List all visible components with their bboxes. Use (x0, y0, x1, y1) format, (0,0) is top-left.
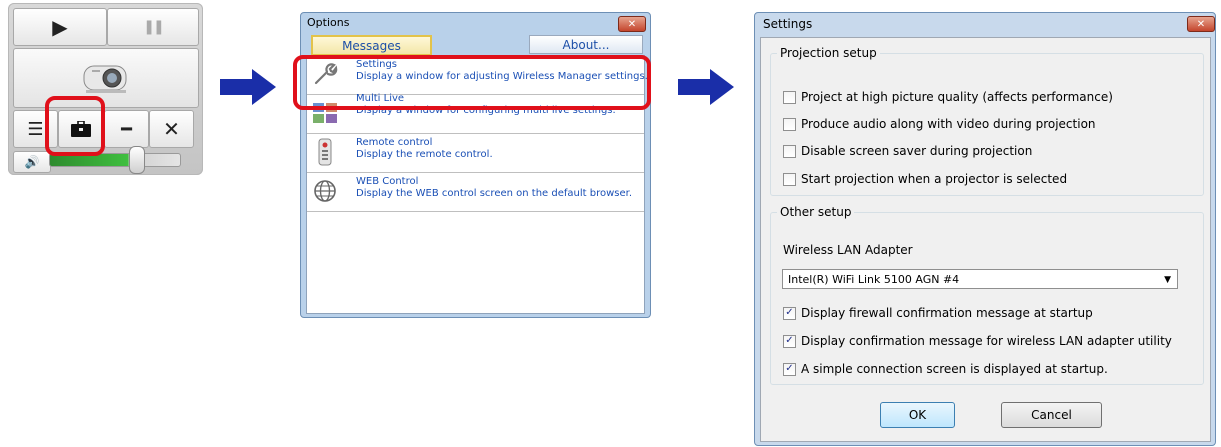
minimize-icon: ━ (121, 118, 132, 140)
close-button[interactable]: ✕ (149, 110, 194, 148)
close-icon: ✕ (627, 18, 637, 30)
dialog-close-button[interactable]: ✕ (1187, 16, 1215, 32)
chevron-down-icon: ▼ (1164, 275, 1171, 285)
options-item-title: WEB Control (356, 176, 419, 187)
tab-messages[interactable]: Messages (311, 35, 432, 56)
options-item-title: Remote control (356, 137, 433, 148)
right-arrow-icon (220, 69, 276, 105)
adapter-select[interactable]: Intel(R) WiFi Link 5100 AGN #4 ▼ (782, 269, 1178, 289)
options-item-desc: Display the WEB control screen on the de… (356, 188, 632, 199)
window-title: Options (307, 16, 350, 29)
group-label: Projection setup (780, 46, 877, 60)
list-icon: ☰ (27, 118, 44, 140)
close-icon: ✕ (163, 117, 180, 141)
minimize-button[interactable]: ━ (104, 110, 149, 148)
play-button[interactable]: ▶ (13, 8, 107, 46)
projection-setup-group: Projection setup Project at high picture… (770, 46, 1204, 196)
adapter-label: Wireless LAN Adapter (783, 243, 913, 257)
globe-icon (312, 177, 338, 205)
window-close-button[interactable]: ✕ (618, 16, 646, 32)
right-arrow-icon (678, 69, 734, 105)
ok-button[interactable]: OK (880, 402, 955, 428)
checkbox-label: A simple connection screen is displayed … (801, 362, 1108, 376)
control-panel: ▶ ❚❚ ☰ ━ ✕ 🔊 (8, 3, 203, 175)
checkbox-start-projection[interactable]: Start projection when a projector is sel… (783, 172, 1067, 186)
mute-button[interactable]: 🔊 (13, 151, 51, 173)
pause-icon: ❚❚ (143, 19, 165, 35)
settings-dialog: Settings ✕ Projection setup Project at h… (754, 12, 1216, 446)
checkbox-box[interactable]: ✓ (783, 362, 796, 376)
checkbox-box[interactable]: ✓ (783, 306, 796, 320)
volume-slider-thumb[interactable] (129, 146, 145, 174)
options-item-remote-control[interactable]: Remote control Display the remote contro… (307, 134, 644, 173)
checkbox-box[interactable] (783, 172, 796, 186)
checkbox-box[interactable] (783, 90, 796, 104)
dialog-title: Settings (763, 17, 813, 31)
checkbox-box[interactable] (783, 144, 796, 158)
checkbox-lan-adapter-message[interactable]: ✓ Display confirmation message for wirel… (783, 334, 1172, 348)
adapter-select-value: Intel(R) WiFi Link 5100 AGN #4 (788, 272, 960, 286)
remote-control-icon (312, 138, 338, 166)
close-icon: ✕ (1196, 18, 1206, 30)
play-icon: ▶ (52, 15, 68, 39)
projector-image (13, 48, 199, 108)
other-setup-group: Other setup Wireless LAN Adapter Intel(R… (770, 205, 1204, 385)
checkbox-box[interactable] (783, 117, 796, 131)
highlight-ring-options-button (45, 96, 105, 156)
options-item-desc: Display the remote control. (356, 149, 493, 160)
speaker-icon: 🔊 (24, 155, 40, 169)
settings-body: Projection setup Project at high picture… (760, 37, 1211, 442)
checkbox-label: Display firewall confirmation message at… (801, 306, 1093, 320)
checkbox-disable-screensaver[interactable]: Disable screen saver during projection (783, 144, 1032, 158)
checkbox-audio[interactable]: Produce audio along with video during pr… (783, 117, 1096, 131)
checkbox-label: Disable screen saver during projection (801, 144, 1033, 158)
checkbox-label: Project at high picture quality (affects… (801, 90, 1113, 104)
group-label: Other setup (780, 205, 852, 219)
checkbox-firewall-message[interactable]: ✓ Display firewall confirmation message … (783, 306, 1093, 320)
checkbox-label: Produce audio along with video during pr… (801, 117, 1096, 131)
checkbox-label: Display confirmation message for wireles… (801, 334, 1172, 348)
cancel-button[interactable]: Cancel (1001, 402, 1102, 428)
tab-about[interactable]: About... (529, 35, 643, 54)
checkbox-simple-connection[interactable]: ✓ A simple connection screen is displaye… (783, 362, 1108, 376)
pause-button[interactable]: ❚❚ (107, 8, 199, 46)
checkbox-box[interactable]: ✓ (783, 334, 796, 348)
options-item-web-control[interactable]: WEB Control Display the WEB control scre… (307, 173, 644, 212)
checkbox-high-quality[interactable]: Project at high picture quality (affects… (783, 90, 1113, 104)
projector-icon (83, 65, 127, 93)
highlight-ring-settings-item (293, 55, 651, 110)
checkbox-label: Start projection when a projector is sel… (801, 172, 1068, 186)
